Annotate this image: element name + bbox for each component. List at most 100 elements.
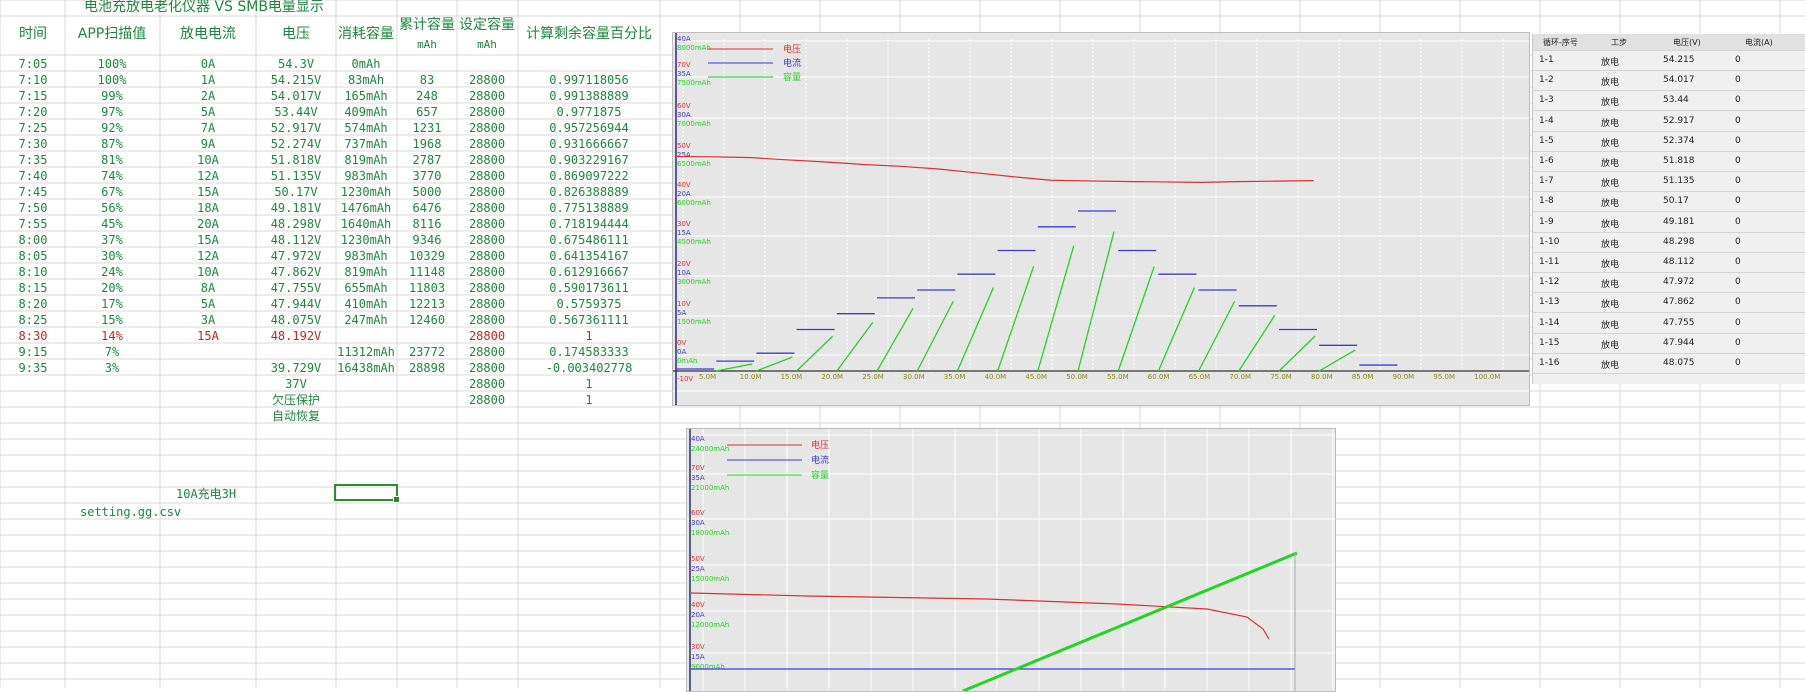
cycle-table-row[interactable]: 1-9 放电 49.181 0 [1533,212,1805,233]
chart-x-tick-label: 100.0M [1474,373,1500,381]
chart-y-tick-label: 35A [691,474,705,482]
cycle-table-header-cell: 电压(V) [1673,38,1701,47]
table-cell[interactable]: 0.567361111 [509,313,669,327]
cycle-table-row[interactable]: 1-13 放电 47.862 0 [1533,292,1805,314]
charge-chart-panel[interactable]: 40A 24000mAh 70V 35A 21000mAh 60V 30A 18000mAh 5… [686,428,1336,692]
cycle-table-cell: 放电 [1601,78,1620,89]
cycle-table-cell: 47.755 [1663,317,1695,328]
table-cell[interactable]: 1 [509,377,669,391]
cycle-table-row[interactable]: 1-1 放电 54.215 0 [1533,50,1805,71]
cycle-table-row[interactable]: 1-10 放电 48.298 0 [1533,232,1805,253]
table-cell[interactable]: 7% [32,345,192,359]
cycle-table-row[interactable]: 1-14 放电 47.755 0 [1533,313,1805,334]
cycle-table-cell: 放电 [1601,239,1620,250]
capacity-series-line [962,551,1298,691]
cycle-table-row[interactable]: 1-4 放电 52.917 0 [1533,111,1805,132]
cycle-table-row[interactable]: 1-5 放电 52.374 0 [1533,131,1805,152]
cycle-table-cell: 0 [1735,196,1741,207]
cycle-table-cell: 48.075 [1663,358,1695,368]
table-cell[interactable]: 0.957256944 [509,121,669,135]
chart-y-tick-label: 6500mAh [677,160,711,168]
selected-cell[interactable] [334,484,400,503]
chart-y-tick-label: 7500mAh [677,79,711,87]
table-cell[interactable]: 0.590173611 [509,281,669,295]
chart-x-tick-label: 25.0M [862,373,884,381]
chart-y-tick-label: 1500mAh [677,318,711,326]
chart-y-tick-label: -10V [677,375,693,383]
chart-x-tick-label: 20.0M [821,373,843,381]
table-cell[interactable]: 0.903229167 [509,153,669,167]
chart-y-tick-label: 15000mAh [691,575,729,583]
chart-x-tick-label: 75.0M [1270,373,1292,381]
table-cell[interactable]: 0.174583333 [509,345,669,359]
table-cell[interactable]: 0.869097222 [509,169,669,183]
table-cell[interactable]: 48.192V [216,329,376,343]
chart-y-tick-label: 0mAh [677,357,698,365]
chart-y-tick-label: 7000mAh [677,120,711,128]
chart-y-tick-label: 30V [691,643,705,651]
chart-y-tick-label: 25A [677,151,691,159]
table-cell[interactable]: 1 [509,393,669,407]
voltage-series-line [675,155,1314,183]
cycle-table-row[interactable]: 1-2 放电 54.017 0 [1533,70,1805,92]
chart-y-tick-label: 10A [677,269,691,277]
discharge-chart-panel[interactable]: 40A 8000mAh 70V 35A 7500mAh 60V 30A 7000mAh 50V 2… [672,32,1530,406]
chart-y-tick-label: 0V [677,339,686,347]
capacity-series-ramp [1037,245,1075,372]
cycle-table-row[interactable]: 1-12 放电 47.972 0 [1533,272,1805,294]
table-cell[interactable]: 0.9771875 [509,105,669,119]
table-cell[interactable]: 37V [216,377,376,391]
cycle-table-row[interactable]: 1-8 放电 50.17 0 [1533,191,1805,213]
table-cell[interactable]: 0.991388889 [509,89,669,103]
column-header[interactable]: 计算剩余容量百分比 [509,27,669,41]
cycle-table-cell: 放电 [1601,179,1620,190]
table-cell[interactable]: 3% [32,361,192,375]
chart-y-tick-label: 30V [677,220,691,228]
charge-note[interactable]: 10A充电3H [176,487,236,501]
cycle-table-cell: 1-10 [1539,236,1560,247]
table-cell[interactable]: 0.5759375 [509,297,669,311]
cycle-table-row[interactable]: 1-6 放电 51.818 0 [1533,151,1805,172]
table-cell[interactable]: 0.675486111 [509,233,669,247]
cycle-table-row[interactable]: 1-16 放电 48.075 0 [1533,353,1805,374]
cycle-table-cell: 0 [1735,115,1741,126]
table-cell[interactable]: 自动恢复 [216,409,376,423]
cycle-table-cell: 0 [1735,135,1741,146]
chart-y-tick-label: 4500mAh [677,238,711,246]
cycle-table-cell: 0 [1735,176,1741,187]
table-cell[interactable]: 0.826388889 [509,185,669,199]
cycle-table-row[interactable]: 1-3 放电 53.44 0 [1533,90,1805,112]
cycle-table-row[interactable]: 1-7 放电 51.135 0 [1533,171,1805,193]
cycle-table-cell: 0 [1735,317,1741,328]
cycle-table-cell: 0 [1735,257,1741,267]
chart-y-tick-label: 70V [691,464,705,472]
chart-y-tick-label: 40A [677,35,691,43]
chart-y-tick-label: 35A [677,70,691,78]
table-cell[interactable]: 欠压保护 [216,393,376,407]
table-cell[interactable]: 0mAh [286,57,446,71]
fill-handle[interactable] [393,496,400,503]
table-cell[interactable]: 0.931666667 [509,137,669,151]
discharge-chart: 40A8000mAh70V35A7500mAh60V30A7000mAh50V2… [673,33,1529,405]
cycle-table-cell: 0 [1735,337,1741,348]
chart-x-tick-label: 90.0M [1393,373,1415,381]
chart-x-tick-label: 45.0M [1025,373,1047,381]
chart-x-tick-label: 80.0M [1311,373,1333,381]
cycle-table-header-cell: 工步 [1611,38,1627,47]
table-cell[interactable]: 0.612916667 [509,265,669,279]
cycle-table-row[interactable]: 1-11 放电 48.112 0 [1533,252,1805,273]
table-cell[interactable]: -0.003402778 [509,361,669,375]
chart-y-tick-label: 9000mAh [691,663,725,671]
table-cell[interactable]: 0.718194444 [509,217,669,231]
cycle-table-cell: 1-14 [1539,317,1560,328]
cycle-table-row[interactable]: 1-15 放电 47.944 0 [1533,333,1805,354]
table-cell[interactable]: 0.775138889 [509,201,669,215]
table-cell[interactable]: 0.997118056 [509,73,669,87]
table-cell[interactable]: 1 [509,329,669,343]
cycle-table-cell: 放电 [1601,280,1620,291]
cycle-table-cell: 1-5 [1539,135,1554,146]
table-cell[interactable]: 0.641354167 [509,249,669,263]
cycle-table-cell: 放电 [1601,159,1620,169]
chart-x-tick-label: 85.0M [1352,373,1374,381]
file-note[interactable]: setting.gg.csv [80,505,181,519]
